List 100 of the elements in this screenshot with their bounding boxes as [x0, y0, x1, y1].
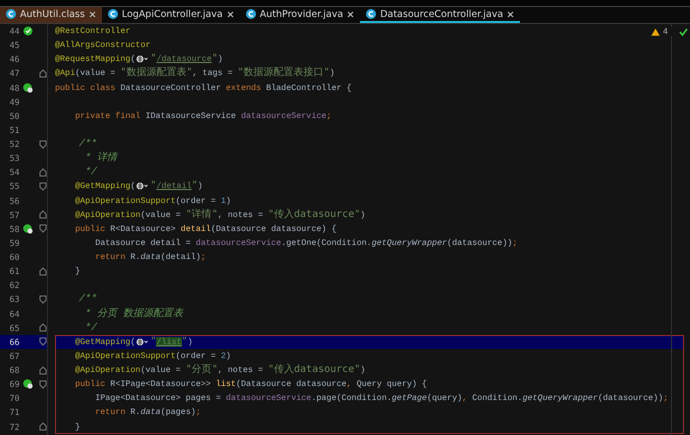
line-number: 69: [8, 379, 20, 390]
code-text: (: [130, 54, 136, 64]
keyword-text: return: [94, 252, 126, 262]
fold-icon[interactable]: [39, 294, 47, 304]
class-file-icon: [6, 9, 16, 19]
line-number: 50: [8, 110, 20, 121]
comment-text: * 详情: [84, 153, 118, 164]
close-icon[interactable]: [226, 10, 234, 18]
number-text: 2: [220, 350, 226, 361]
annotation-text: @RequestMapping: [55, 54, 130, 64]
bean-gutter-icon[interactable]: [23, 26, 34, 36]
code-text: .getOne(Condition.: [281, 238, 372, 248]
line-number: 62: [8, 280, 20, 290]
editor-tab[interactable]: AuthUtil.class: [0, 7, 102, 23]
keyword-text: ;: [200, 252, 206, 262]
line-number: 52: [8, 139, 20, 150]
string-text: ": [150, 336, 156, 347]
annotation-text: @AllArgsConstructor: [55, 40, 150, 50]
line-number: 60: [8, 252, 20, 262]
line-number: 66: [8, 336, 20, 347]
annotation-text: @ApiOperationSupport: [74, 196, 176, 206]
line-number: 67: [8, 350, 20, 361]
bean-gutter-icon[interactable]: [23, 82, 34, 93]
code-text: (value =: [140, 365, 182, 375]
annotation-text: @ApiOperation: [74, 365, 140, 375]
code-text: ): [218, 54, 223, 64]
string-text: ": [150, 180, 156, 192]
code-text: R.: [130, 407, 140, 418]
warning-icon[interactable]: [650, 28, 660, 36]
comment-text: /**: [78, 294, 98, 306]
annotation-text: @GetMapping: [74, 336, 130, 347]
close-icon[interactable]: [88, 10, 96, 18]
globe-icon[interactable]: [136, 338, 150, 346]
code-text: (order =: [176, 350, 217, 361]
code-text: , notes =: [218, 210, 264, 220]
fold-icon[interactable]: [39, 422, 47, 432]
code-text: Condition.: [472, 393, 522, 404]
line-number: 45: [8, 40, 20, 50]
keyword-text: ,: [346, 379, 353, 390]
keyword-text: extends: [226, 82, 262, 92]
string-text: ": [212, 53, 218, 64]
code-text: Query query) {: [356, 379, 427, 390]
code-text: .page(Condition.: [311, 393, 392, 404]
close-icon[interactable]: [507, 10, 514, 18]
line-number: 64: [8, 308, 20, 319]
class-file-icon: [246, 9, 256, 19]
keyword-text: public: [74, 379, 106, 390]
string-text: "数据源配置表接口": [238, 67, 330, 78]
keyword-text: ;: [512, 238, 518, 248]
string-text: "传入datasource": [268, 208, 360, 220]
code-text: R<Datasource>: [110, 224, 177, 234]
line-number: 47: [8, 68, 20, 78]
globe-icon[interactable]: [136, 182, 150, 190]
keyword-text: ,: [462, 393, 468, 404]
url-path-link[interactable]: /datasource: [156, 54, 212, 64]
annotation-text: @RestController: [55, 26, 130, 36]
editor-tab[interactable]: LogApiController.java: [102, 7, 240, 23]
string-text: "详情": [186, 208, 218, 220]
bean-gutter-icon[interactable]: [23, 379, 34, 390]
field-text: datasourceService: [240, 110, 326, 121]
number-text: 1: [220, 196, 226, 206]
line-number: 63: [8, 294, 20, 304]
keyword-text: return: [94, 407, 126, 418]
comment-text: */: [84, 167, 98, 178]
method-call: getQueryWrapper: [522, 393, 598, 404]
code-text: (order =: [176, 196, 217, 206]
fold-icon[interactable]: [39, 266, 47, 276]
bean-gutter-icon[interactable]: [23, 224, 34, 234]
code-text: ): [330, 68, 335, 78]
method-call: data: [140, 407, 161, 418]
close-icon[interactable]: [347, 10, 354, 18]
line-number: 49: [8, 96, 20, 107]
fold-icon[interactable]: [39, 140, 47, 149]
line-number: 59: [8, 238, 20, 248]
code-text: (value =: [140, 210, 182, 220]
editor-tab[interactable]: AuthProvider.java: [240, 7, 360, 23]
comment-text: /**: [78, 139, 98, 150]
url-path-link[interactable]: /detail: [156, 181, 192, 192]
string-text: ": [150, 53, 156, 64]
string-text: "传入datasource": [268, 364, 360, 375]
string-text: "数据源配置表": [120, 67, 192, 78]
code-text: (: [130, 336, 136, 347]
code-text: }: [74, 266, 80, 276]
keyword-text: ;: [663, 393, 668, 404]
line-number: 57: [8, 210, 20, 220]
comment-text: */: [84, 322, 98, 334]
code-text: (datasource)): [447, 238, 512, 248]
fold-icon[interactable]: [39, 68, 47, 78]
line-number: 71: [8, 407, 20, 418]
tab-label: AuthProvider.java: [260, 8, 344, 20]
code-text: , notes =: [218, 365, 264, 375]
editor-tab[interactable]: DatasourceController.java: [360, 7, 520, 23]
line-number: 51: [8, 124, 20, 135]
code-text: DatasourceController: [120, 82, 222, 92]
field-text: datasourceService: [196, 238, 282, 248]
globe-icon[interactable]: [136, 55, 150, 64]
comment-text: * 分页 数据源配置表: [84, 308, 184, 320]
code-text: BladeController {: [266, 82, 352, 92]
code-text: R<IPage<Datasource>>: [110, 379, 212, 390]
check-icon[interactable]: [679, 28, 688, 36]
